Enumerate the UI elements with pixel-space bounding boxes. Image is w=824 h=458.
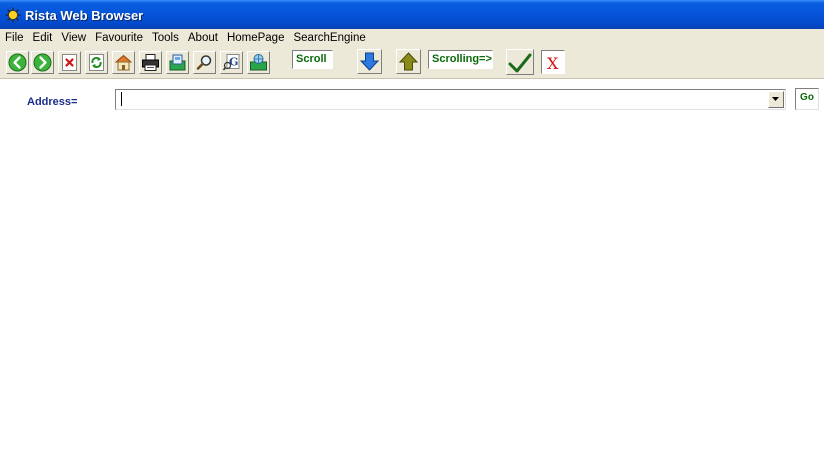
- refresh-button[interactable]: [85, 51, 108, 74]
- menu-searchengine[interactable]: SearchEngine: [289, 32, 370, 44]
- network-button[interactable]: [247, 51, 270, 74]
- home-button[interactable]: [112, 51, 135, 74]
- print-button[interactable]: [139, 51, 162, 74]
- find-button[interactable]: [193, 51, 216, 74]
- network-icon: [250, 54, 267, 71]
- menu-bar: File Edit View Favourite Tools About Hom…: [0, 29, 824, 47]
- menu-favourite[interactable]: Favourite: [91, 32, 148, 44]
- scroll-disable-button[interactable]: X: [541, 50, 565, 74]
- menu-file[interactable]: File: [0, 32, 29, 44]
- arrow-down-icon: [359, 52, 380, 71]
- arrow-up-icon: [398, 52, 419, 71]
- address-dropdown-button[interactable]: [768, 91, 784, 108]
- scroll-label: Scroll: [292, 50, 333, 69]
- text-caret: [121, 92, 122, 106]
- checkmark-icon: [508, 53, 532, 73]
- google-search-icon: G: [222, 54, 240, 71]
- address-combobox[interactable]: [115, 89, 786, 110]
- address-input[interactable]: [119, 91, 764, 107]
- forward-arrow-icon: [33, 53, 52, 72]
- save-page-button[interactable]: [166, 51, 189, 74]
- menu-edit[interactable]: Edit: [29, 32, 58, 44]
- scroll-enable-button[interactable]: [506, 49, 534, 75]
- printer-icon: [142, 54, 159, 71]
- menu-about[interactable]: About: [184, 32, 223, 44]
- menu-homepage[interactable]: HomePage: [223, 32, 290, 44]
- magnifier-icon: [196, 55, 212, 70]
- title-bar: Rista Web Browser: [0, 0, 824, 30]
- sun-icon: [5, 7, 21, 23]
- stop-icon: [62, 54, 77, 71]
- menu-view[interactable]: View: [57, 32, 91, 44]
- svg-text:X: X: [547, 54, 559, 73]
- address-bar: Address= Go: [0, 79, 824, 119]
- address-label: Address=: [27, 96, 78, 108]
- close-icon: X: [547, 54, 559, 73]
- chevron-down-icon: [772, 97, 779, 101]
- go-button[interactable]: Go: [795, 88, 819, 110]
- scroll-down-button[interactable]: [357, 49, 382, 74]
- page-content-area[interactable]: [0, 119, 824, 458]
- refresh-icon: [89, 54, 104, 71]
- back-arrow-icon: [8, 53, 27, 72]
- window-title: Rista Web Browser: [25, 7, 144, 23]
- back-button[interactable]: [6, 51, 29, 74]
- menu-tools[interactable]: Tools: [148, 32, 184, 44]
- home-icon: [115, 54, 132, 71]
- stop-button[interactable]: [58, 51, 81, 74]
- forward-button[interactable]: [31, 51, 54, 74]
- google-search-button[interactable]: G: [220, 51, 243, 74]
- scrolling-label: Scrolling=>: [428, 50, 493, 69]
- save-page-icon: [169, 54, 186, 71]
- scroll-up-button[interactable]: [396, 49, 421, 74]
- toolbar: G Scroll Scrolling=> X: [0, 47, 824, 79]
